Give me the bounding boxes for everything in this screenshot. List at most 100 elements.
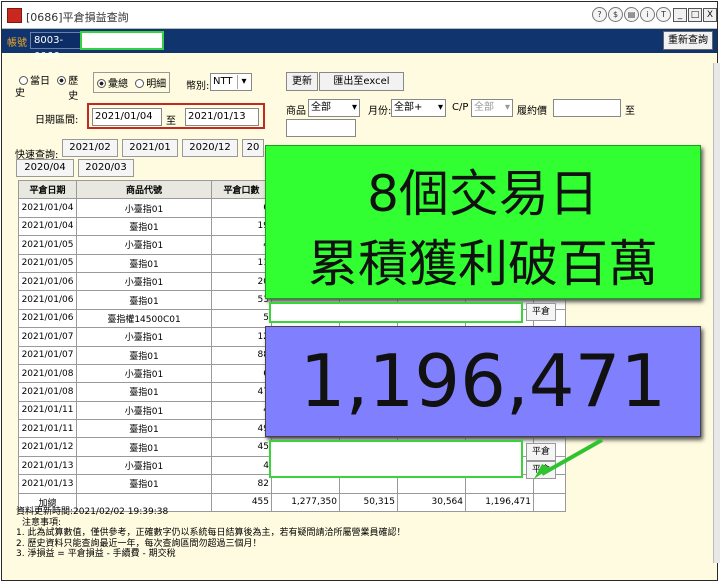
detail-radio[interactable] [135,79,145,88]
vertical-scrollbar[interactable] [713,63,720,563]
print-icon[interactable]: ▤ [624,7,639,22]
month-value: 全部+ [394,102,423,113]
summary-label: 彙總 [108,79,128,90]
refresh-query-button[interactable]: 重新查詢 [663,31,713,50]
history-suffix: 史 [15,88,25,99]
day-label: 當日 [30,76,50,87]
cell-date: 2021/01/05 [18,253,77,273]
cell-qty: 4 [211,400,272,421]
t-icon[interactable]: T [656,7,671,22]
cell-qty: 5 [211,308,272,329]
cell-date: 2021/01/04 [18,198,77,218]
headline-line1: 8個交易日 [367,165,599,223]
date-to-input[interactable]: 2021/01/13 [185,108,259,126]
chevron-down-icon[interactable]: ▾ [237,75,250,89]
minimize-button[interactable]: _ [673,8,687,22]
col-header-product[interactable]: 商品代號 [76,179,212,200]
cell-product: 小臺指01 [76,363,212,384]
strike-from-input[interactable] [553,99,621,117]
cell-date: 2021/01/11 [18,419,77,439]
date-range-label: 日期區間: [35,115,79,126]
cell-date: 2021/01/05 [18,235,77,255]
strike-to-input[interactable] [286,119,356,137]
quick-2021-02-button[interactable]: 2021/02 [62,139,118,157]
cell-qty: 6 [211,198,272,218]
cp-select[interactable]: 全部 ▾ [471,99,513,117]
account-bar: 帳號 8003-0066 重新查詢 [2,29,717,62]
update-button[interactable]: 更新 [286,72,318,91]
cell-date: 2021/01/12 [18,437,77,457]
quick-2020-03-button[interactable]: 2020/03 [78,159,134,177]
product-select[interactable]: 全部 ▾ [308,99,360,117]
chevron-down-icon[interactable]: ▾ [505,100,510,116]
cell-date: 2021/01/08 [18,382,77,402]
cp-label: C/P [452,102,469,113]
account-input[interactable] [80,31,164,50]
chevron-down-icon[interactable]: ▾ [438,100,443,116]
cp-value: 全部 [474,102,494,113]
total-value-4: 1,196,471 [465,492,534,513]
cell-empty [533,492,566,513]
cell-qty: 47 [211,382,272,402]
cell-qty: 82 [211,474,272,494]
headline-banner: 8個交易日 累積獲利破百萬 [265,145,701,299]
profit-amount: 1,196,471 [299,339,667,423]
cell-product: 小臺指01 [76,271,212,292]
cell-product: 臺指01 [76,290,212,310]
col-header-date[interactable]: 平倉日期 [18,179,77,200]
note-item: 3. 淨損益 = 平倉損益 - 手續費 - 期交稅 [16,549,176,559]
product-value: 全部 [311,102,331,113]
cell-qty: 88 [211,345,272,365]
currency-select[interactable]: NTT ▾ [210,73,252,91]
account-label: 帳號 [7,38,27,49]
question-icon[interactable]: ? [592,7,607,22]
note-item: 2. 歷史資料只能查詢最近一年，每次查詢區間勿超過三個月！ [16,538,262,549]
close-button[interactable]: X [703,8,717,22]
cell-date: 2021/01/06 [18,271,77,292]
window-title: [0686]平倉損益查詢 [26,11,129,24]
product-label: 商品 [286,106,306,117]
total-value-3: 30,564 [397,492,466,513]
month-label: 月份: [368,106,392,117]
info-icon[interactable]: i [640,7,655,22]
close-position-button[interactable]: 平倉 [526,303,556,321]
main-window: [0686]平倉損益查詢 ? $ ▤ i T _ □ X 帳號 8003-006… [1,1,720,581]
title-bar: [0686]平倉損益查詢 ? $ ▤ i T _ □ X [2,2,717,29]
account-select[interactable]: 8003-0066 [30,32,81,62]
date-from-input[interactable]: 2021/01/04 [92,108,162,126]
summary-radio[interactable] [97,79,106,88]
currency-value: NTT [213,76,233,87]
quick-2020-12-button[interactable]: 2020/12 [182,139,238,157]
cell-product: 臺指01 [76,419,212,439]
cell-product: 小臺指01 [76,327,212,347]
cell-qty: 12 [211,327,272,347]
total-highlight-box [269,440,523,478]
quick-2021-01-button[interactable]: 2021/01 [122,139,178,157]
cell-date: 2021/01/13 [18,455,77,476]
headline-line2: 累積獲利破百萬 [308,235,658,293]
cell-qty: 20 [211,271,272,292]
export-excel-button[interactable]: 匯出至excel [319,72,404,91]
cell-product: 臺指01 [76,216,212,237]
chevron-down-icon[interactable]: ▾ [352,100,357,116]
strike-to-label: 至 [625,106,635,117]
maximize-button[interactable]: □ [688,8,702,22]
month-select[interactable]: 全部+ ▾ [391,99,446,117]
cell-date: 2021/01/07 [18,327,77,347]
cell-date: 2021/01/07 [18,345,77,365]
notes-title: 注意事項: [22,517,62,528]
summary-detail-radios: 彙總 明細 [93,72,171,93]
strike-label: 履約價 [517,106,547,117]
cell-product: 臺指01 [76,382,212,402]
col-header-qty[interactable]: 平倉口數 [211,179,272,200]
cell-product: 臺指01 [76,253,212,273]
quick-partial-button[interactable]: 20 [242,139,264,157]
dollar-icon[interactable]: $ [608,7,623,22]
cell-product: 臺指01 [76,345,212,365]
quick-2020-04-button[interactable]: 2020/04 [16,159,74,177]
cell-date: 2021/01/13 [18,474,77,494]
history-label: 歷史 [68,76,79,102]
arrow-icon [534,438,603,479]
cell-product: 臺指01 [76,437,212,457]
history-radio[interactable] [57,76,67,85]
